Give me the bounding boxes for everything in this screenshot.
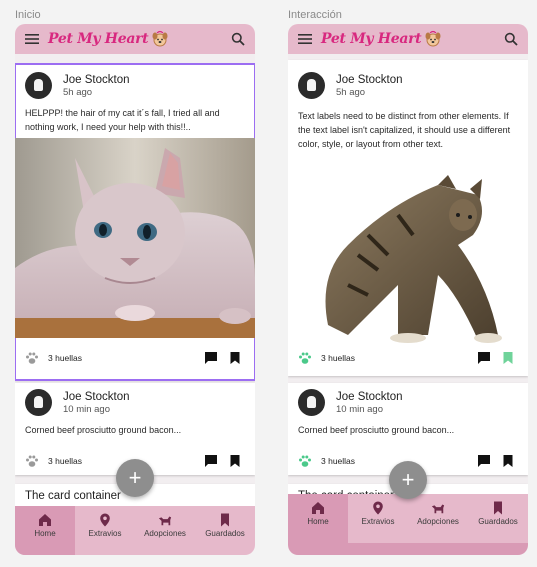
likes-count: 3 huellas	[48, 456, 83, 466]
post-text: HELPPP! the hair of my cat it´s fall, I …	[25, 108, 220, 132]
plus-icon: +	[401, 467, 415, 492]
bottom-navigation: Home Extravios Adopciones Guardados	[15, 506, 255, 555]
post-time: 5h ago	[336, 86, 366, 98]
nav-adopciones[interactable]: Adopciones	[135, 506, 195, 555]
tabby-cat-photo[interactable]	[288, 175, 528, 345]
dog-logo-icon	[424, 30, 442, 48]
search-icon[interactable]	[504, 32, 518, 46]
nav-adopciones[interactable]: Adopciones	[408, 494, 468, 543]
nav-label: Extravios	[361, 517, 395, 526]
app-bar: Pet My Heart	[288, 24, 528, 54]
location-icon	[373, 501, 383, 515]
post-time: 5h ago	[63, 86, 93, 98]
nav-label: Home	[34, 529, 56, 538]
plus-icon: +	[128, 465, 142, 490]
comment-icon[interactable]	[205, 455, 217, 467]
avatar[interactable]	[25, 72, 52, 99]
avatar[interactable]	[298, 389, 325, 416]
app-bar: Pet My Heart	[15, 24, 255, 54]
nav-label: Home	[307, 517, 329, 526]
brand-logo-text: Pet My Heart	[321, 31, 422, 47]
likes-count: 3 huellas	[48, 353, 83, 363]
post-card[interactable]: Joe Stockton 5h ago Text labels need to …	[288, 60, 528, 376]
nav-guardados[interactable]: Guardados	[468, 494, 528, 543]
add-post-button[interactable]: +	[116, 459, 154, 497]
bookmark-icon[interactable]	[502, 455, 514, 467]
post-feed: Joe Stockton 5h ago HELPPP! the hair of …	[15, 54, 255, 506]
home-icon	[312, 502, 324, 514]
post-actions: 3 huellas	[25, 350, 241, 366]
bookmark-saved-icon[interactable]	[502, 352, 514, 364]
post-author: Joe Stockton 10 min ago	[298, 389, 402, 416]
frame-label-inicio: Inicio	[15, 9, 41, 21]
post-actions: 3 huellas	[298, 350, 514, 366]
dog-icon	[158, 516, 172, 526]
phone-screen-interaccion: Pet My Heart Joe Stockton 5h ago Text la…	[288, 24, 528, 555]
search-icon[interactable]	[231, 32, 245, 46]
author-name: Joe Stockton	[336, 73, 403, 86]
bookmark-icon[interactable]	[229, 455, 241, 467]
brand-logo-text: Pet My Heart	[48, 31, 149, 47]
nav-extravios[interactable]: Extravios	[75, 506, 135, 555]
nav-label: Guardados	[205, 529, 245, 538]
bottom-navigation: Home Extravios Adopciones Guardados	[288, 494, 528, 543]
post-time: 10 min ago	[63, 403, 111, 415]
hairless-cat-photo[interactable]	[15, 138, 255, 338]
bookmark-icon[interactable]	[229, 352, 241, 364]
author-name: Joe Stockton	[63, 73, 130, 86]
nav-home[interactable]: Home	[15, 506, 75, 555]
nav-label: Extravios	[88, 529, 122, 538]
post-card[interactable]: Joe Stockton 5h ago HELPPP! the hair of …	[15, 63, 255, 381]
nav-guardados[interactable]: Guardados	[195, 506, 255, 555]
frame-label-interaccion: Interacción	[288, 9, 342, 21]
phone-screen-inicio: Pet My Heart Joe Stockton 5h ago HELPPP!…	[15, 24, 255, 555]
likes-count: 3 huellas	[321, 353, 356, 363]
paw-icon[interactable]	[298, 351, 312, 365]
menu-icon[interactable]	[25, 32, 39, 46]
nav-label: Guardados	[478, 517, 518, 526]
avatar[interactable]	[25, 389, 52, 416]
likes-count: 3 huellas	[321, 456, 356, 466]
add-post-button[interactable]: +	[389, 461, 427, 499]
menu-icon[interactable]	[298, 32, 312, 46]
avatar[interactable]	[298, 72, 325, 99]
post-text: Corned beef prosciutto ground bacon...	[298, 425, 455, 435]
bookmark-icon	[494, 501, 502, 515]
post-text: Corned beef prosciutto ground bacon...	[25, 425, 182, 435]
comment-icon[interactable]	[478, 352, 490, 364]
comment-icon[interactable]	[478, 455, 490, 467]
post-author: Joe Stockton 10 min ago	[25, 389, 129, 416]
paw-icon[interactable]	[25, 351, 39, 365]
home-icon	[39, 514, 51, 526]
post-feed: Joe Stockton 5h ago Text labels need to …	[288, 54, 528, 506]
nav-extravios[interactable]: Extravios	[348, 494, 408, 543]
location-icon	[100, 513, 110, 527]
bottom-safe-area	[288, 543, 528, 555]
dog-logo-icon	[151, 30, 169, 48]
post-author: Joe Stockton 5h ago	[298, 72, 402, 99]
comment-icon[interactable]	[205, 352, 217, 364]
nav-home[interactable]: Home	[288, 494, 348, 543]
post-text: Text labels need to be distinct from oth…	[298, 111, 511, 149]
nav-label: Adopciones	[144, 529, 186, 538]
paw-icon[interactable]	[298, 454, 312, 468]
author-name: Joe Stockton	[336, 390, 403, 403]
bookmark-icon	[221, 513, 229, 527]
post-time: 10 min ago	[336, 403, 384, 415]
nav-label: Adopciones	[417, 517, 459, 526]
card-title: The card container	[25, 490, 121, 502]
dog-icon	[431, 504, 445, 514]
post-author: Joe Stockton 5h ago	[25, 72, 129, 99]
author-name: Joe Stockton	[63, 390, 130, 403]
paw-icon[interactable]	[25, 454, 39, 468]
